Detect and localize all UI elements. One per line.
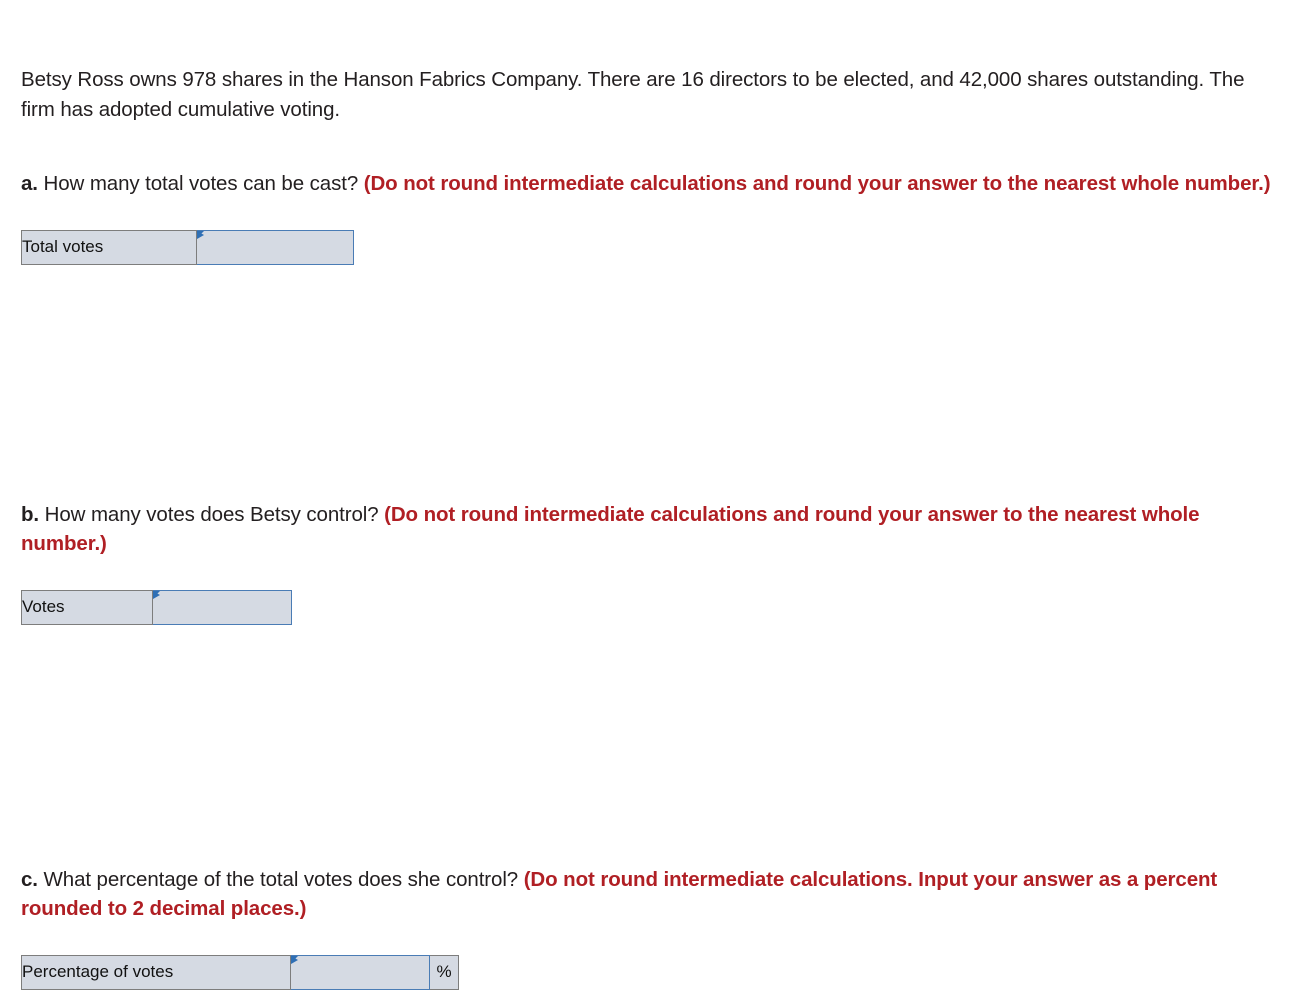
answer-label-a: Total votes	[21, 229, 197, 265]
percentage-of-votes-input[interactable]	[291, 957, 429, 987]
flag-marker-icon	[291, 955, 298, 970]
table-row: Votes	[21, 589, 292, 625]
total-votes-input[interactable]	[197, 232, 353, 262]
question-b-letter: b.	[21, 502, 40, 526]
answer-input-cell-a[interactable]	[196, 229, 354, 265]
question-a-text: a. How many total votes can be cast? (Do…	[21, 169, 1281, 198]
problem-stem: Betsy Ross owns 978 shares in the Hanson…	[21, 67, 1245, 121]
votes-input[interactable]	[153, 592, 291, 622]
answer-input-cell-c[interactable]	[290, 954, 430, 990]
flag-marker-icon	[153, 590, 160, 605]
problem-page: Betsy Ross owns 978 shares in the Hanson…	[0, 0, 1310, 990]
question-a-letter: a.	[21, 171, 38, 195]
question-c-prompt: What percentage of the total votes does …	[43, 867, 519, 891]
question-b-text: b. How many votes does Betsy control? (D…	[21, 500, 1281, 558]
question-b-prompt: How many votes does Betsy control?	[44, 502, 379, 526]
table-row: Total votes	[21, 229, 354, 265]
percent-suffix: %	[429, 954, 459, 990]
answer-label-b: Votes	[21, 589, 153, 625]
question-a: a. How many total votes can be cast? (Do…	[21, 169, 1281, 265]
question-a-instruction: (Do not round intermediate calculations …	[363, 171, 1271, 195]
answer-table-b: Votes	[21, 589, 292, 625]
flag-marker-icon	[197, 230, 204, 245]
table-row: Percentage of votes %	[21, 954, 459, 990]
answer-label-c: Percentage of votes	[21, 954, 291, 990]
question-b: b. How many votes does Betsy control? (D…	[21, 500, 1281, 625]
question-a-prompt: How many total votes can be cast?	[43, 171, 359, 195]
question-c: c. What percentage of the total votes do…	[21, 865, 1281, 990]
answer-table-a: Total votes	[21, 229, 354, 265]
question-c-letter: c.	[21, 867, 38, 891]
answer-input-cell-b[interactable]	[152, 589, 292, 625]
question-c-text: c. What percentage of the total votes do…	[21, 865, 1281, 923]
answer-table-c: Percentage of votes %	[21, 954, 459, 990]
